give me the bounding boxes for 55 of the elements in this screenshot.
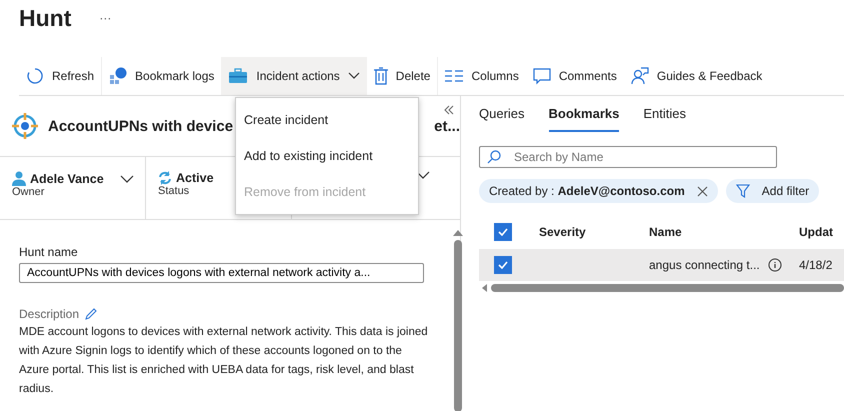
check-icon — [498, 228, 508, 236]
more-button[interactable]: ··· — [99, 11, 112, 25]
tab[interactable]: Queries — [479, 96, 525, 132]
hunt-title: et... — [434, 118, 460, 134]
scrollbar[interactable] — [453, 230, 463, 411]
person-icon — [12, 171, 26, 186]
tab[interactable]: Entities — [643, 96, 686, 132]
field-label: Description — [19, 307, 80, 321]
toolbar-button[interactable]: Refresh — [19, 57, 102, 95]
card-label: Owner — [12, 186, 44, 198]
menu-item[interactable]: Add to existing incident — [236, 138, 418, 174]
hunt-title: AccountUPNs with device — [48, 118, 234, 134]
sync-icon — [158, 171, 172, 185]
hunt-name-field[interactable]: AccountUPNs with devices logons with external network activity a... — [19, 263, 424, 283]
toolbar-button[interactable]: Columns — [438, 57, 526, 95]
toolbar-button[interactable]: Comments — [526, 57, 624, 95]
checkbox[interactable] — [494, 256, 512, 274]
close-icon[interactable] — [696, 186, 708, 196]
trash-icon — [374, 67, 388, 85]
toolbar-button[interactable]: Incident actions — [221, 57, 367, 95]
search-icon — [487, 150, 501, 164]
toolbar-button[interactable]: Guides & Feedback — [624, 57, 770, 95]
page-title: Hunt — [19, 4, 72, 32]
column-header[interactable]: Name — [649, 225, 682, 239]
chart-icon — [109, 67, 128, 85]
filter-chip[interactable]: Created by : AdeleV@contoso.com — [479, 179, 718, 203]
refresh-icon — [26, 67, 44, 85]
filter-icon — [736, 184, 750, 198]
table-cell: angus connecting t... — [649, 258, 760, 272]
person-feedback-icon — [630, 67, 649, 85]
table-row[interactable]: angus connecting t... 4/18/2 — [479, 249, 844, 281]
pencil-icon[interactable] — [85, 308, 98, 320]
tab[interactable]: Bookmarks — [548, 96, 620, 132]
target-icon — [12, 113, 38, 139]
chevron-down-icon[interactable] — [416, 171, 430, 179]
chevron-down-icon[interactable] — [120, 174, 134, 182]
card-value: Adele Vance — [30, 172, 104, 186]
menu-item[interactable]: Create incident — [236, 102, 418, 138]
columns-icon — [445, 70, 464, 82]
info-icon[interactable] — [768, 258, 782, 272]
check-icon — [498, 261, 508, 269]
toolbar-button[interactable]: Delete — [366, 57, 438, 95]
comment-icon — [532, 67, 551, 85]
briefcase-icon — [228, 68, 248, 84]
search-field[interactable]: Search by Name — [479, 146, 777, 168]
checkbox[interactable] — [494, 223, 512, 241]
column-header[interactable]: Severity — [539, 225, 586, 239]
toolbar-button[interactable]: Bookmark logs — [102, 57, 222, 95]
card-label: Status — [158, 185, 190, 197]
column-header[interactable]: Updat — [799, 225, 833, 239]
card-value: Active — [176, 171, 214, 185]
field-label: Hunt name — [19, 245, 79, 259]
table-cell: 4/18/2 — [799, 258, 832, 272]
description-text: MDE account logons to devices with external network activity. This data is joined with Azure Signin logs to identify which of these accounts logoned on to the Azure portal. This list is enriched with UEBA data for tags, risk level, and blast radius. — [19, 325, 429, 397]
add-filter-button[interactable]: Add filter — [726, 179, 820, 203]
